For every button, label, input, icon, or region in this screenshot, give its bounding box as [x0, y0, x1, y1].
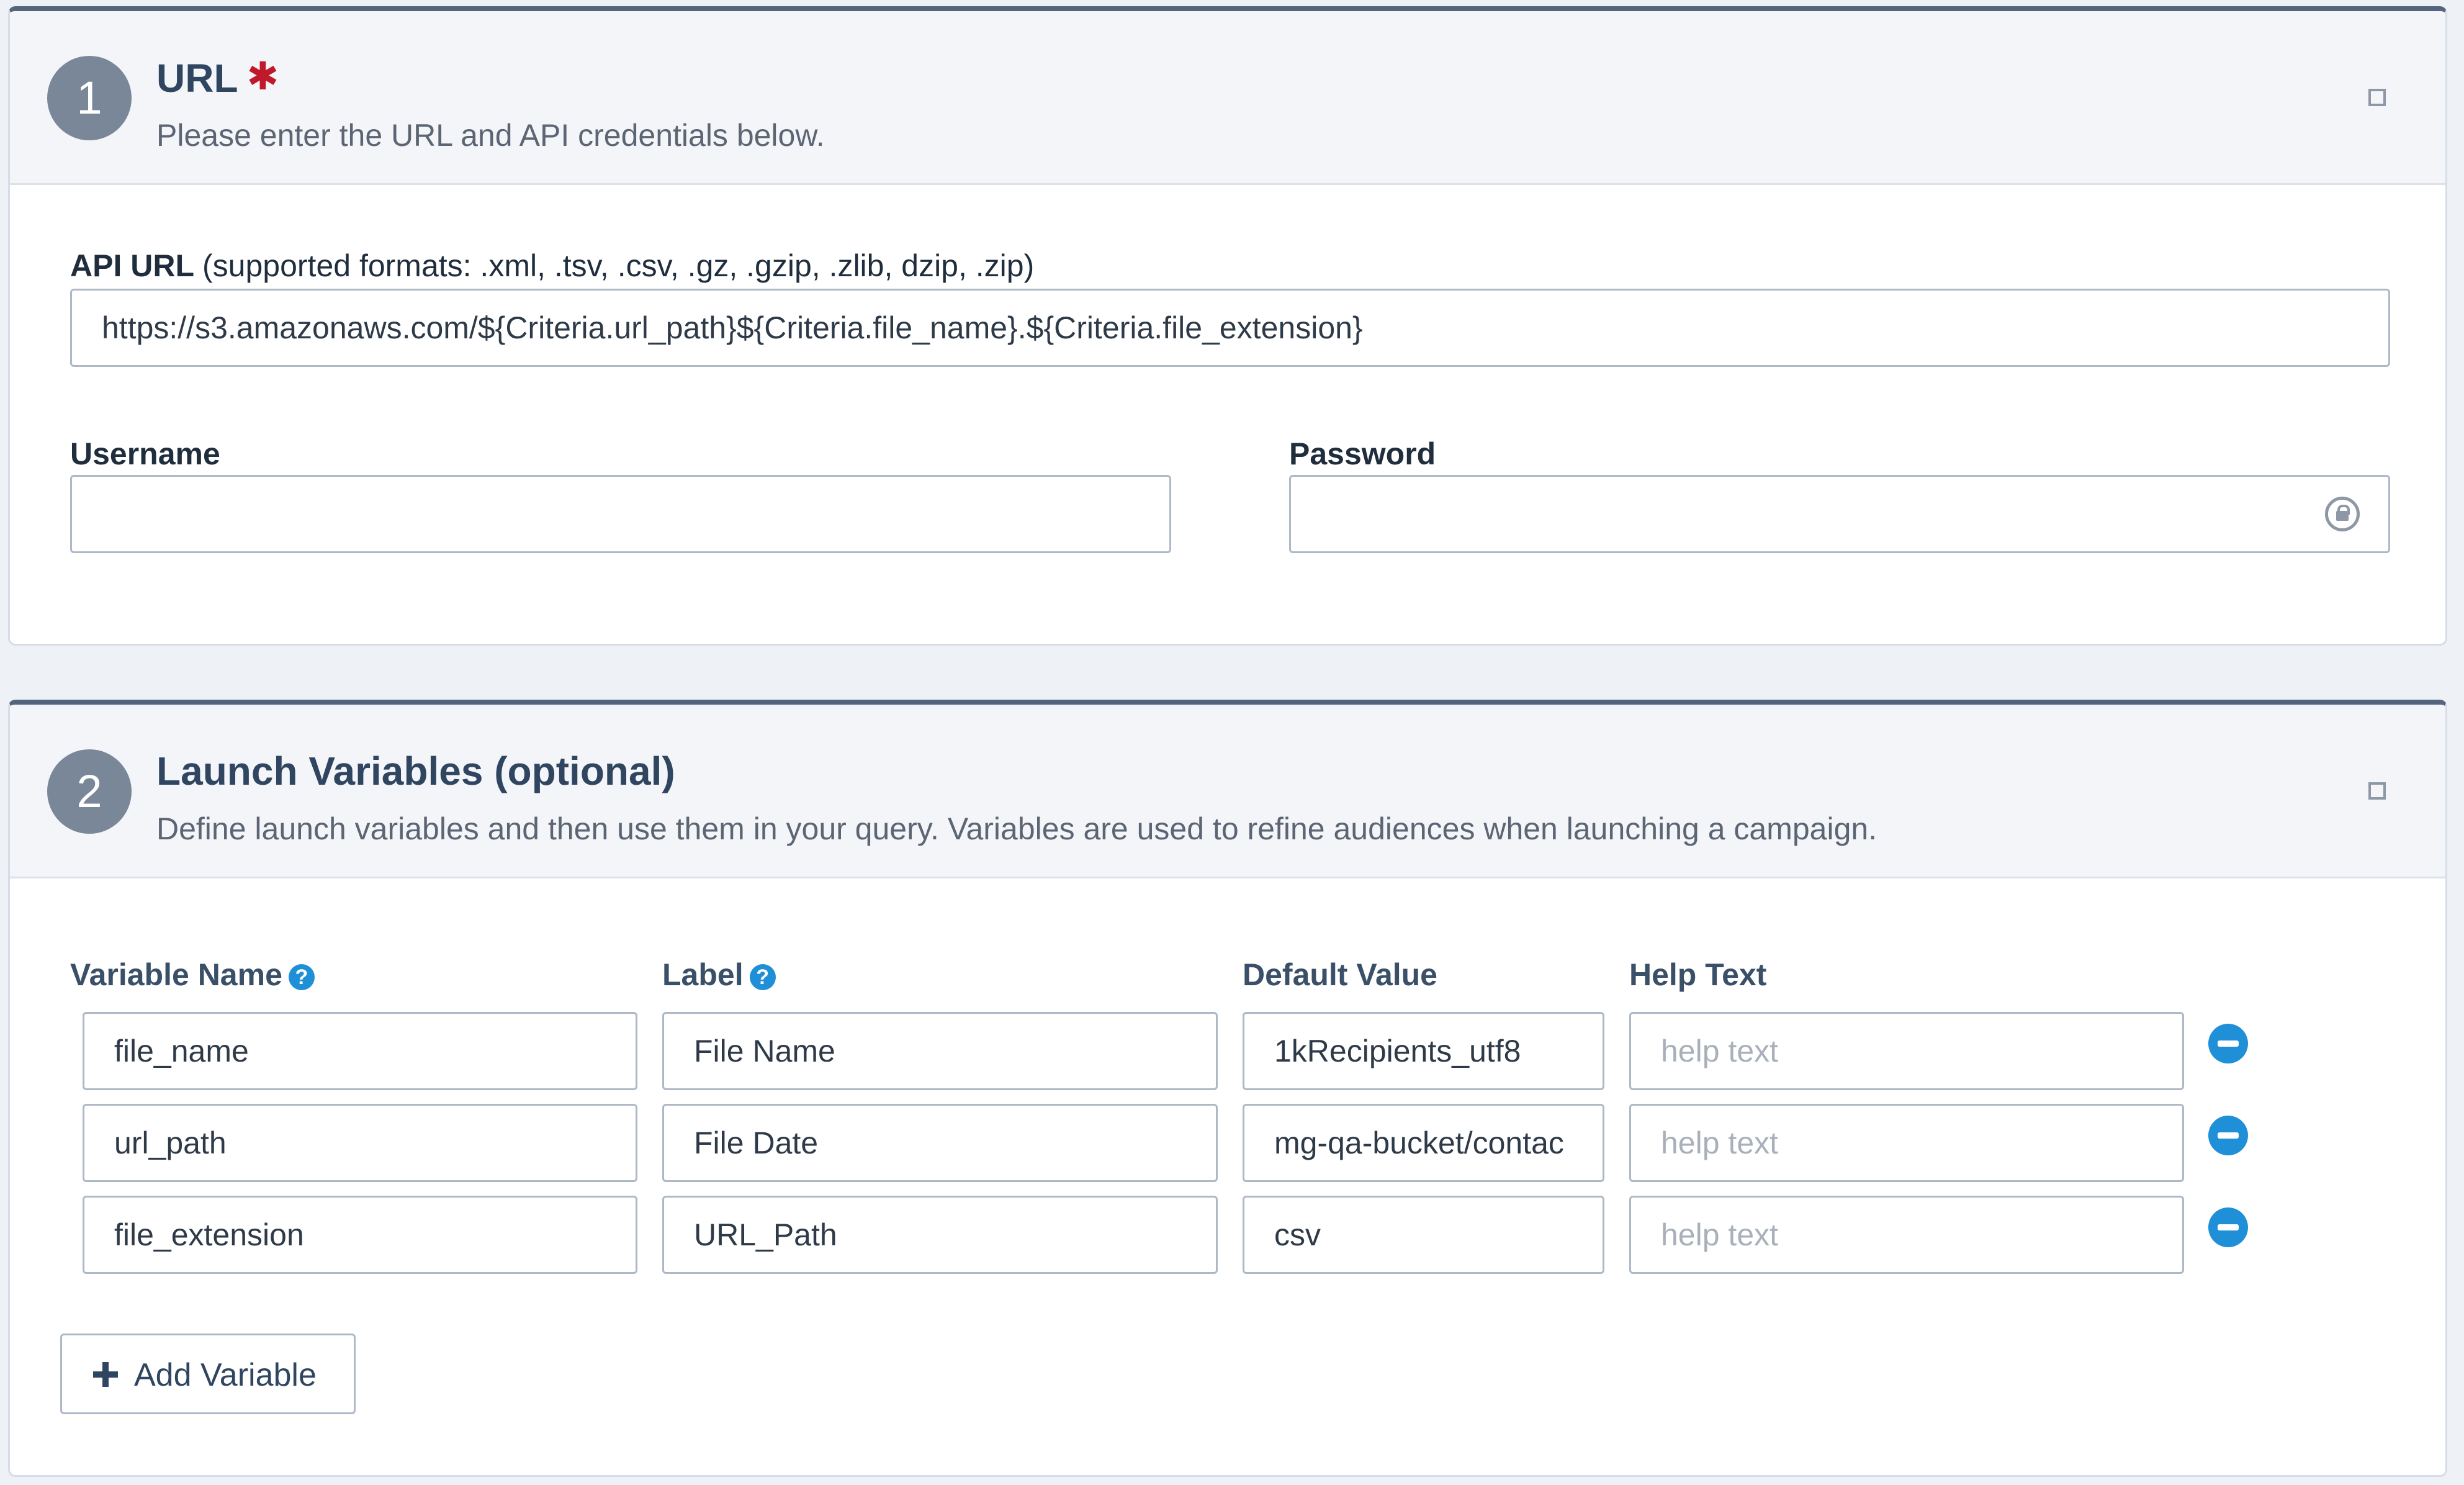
variable-name-column-header: Variable Name? — [70, 959, 315, 990]
password-input[interactable] — [1289, 475, 2390, 553]
help-text-input[interactable] — [1629, 1012, 2184, 1090]
api-url-label-text: API URL — [70, 248, 194, 283]
default-value-input[interactable] — [1243, 1012, 1604, 1090]
launch-variables-panel-title: Launch Variables (optional) — [156, 749, 675, 793]
variable-label-input[interactable] — [662, 1012, 1218, 1090]
url-panel-header: 1 URL ✱ Please enter the URL and API cred… — [10, 11, 2445, 185]
required-asterisk-icon: ✱ — [246, 55, 279, 98]
launch-variables-panel-header: 2 Launch Variables (optional) Define lau… — [10, 705, 2445, 878]
step-number-badge: 2 — [47, 749, 132, 834]
remove-variable-button[interactable] — [2208, 1116, 2248, 1155]
launch-variables-panel: 2 Launch Variables (optional) Define lau… — [8, 700, 2447, 1477]
password-label: Password — [1289, 436, 1436, 471]
launch-variables-panel-description: Define launch variables and then use the… — [156, 811, 1877, 846]
password-lock-icon[interactable] — [2325, 497, 2360, 531]
api-url-label: API URL (supported formats: .xml, .tsv, … — [70, 250, 1034, 281]
collapse-square-icon[interactable] — [2368, 89, 2386, 106]
default-value-input[interactable] — [1243, 1104, 1604, 1182]
help-text-column-header: Help Text — [1629, 957, 1767, 992]
add-variable-button[interactable]: Add Variable — [60, 1334, 356, 1414]
collapse-square-icon[interactable] — [2368, 782, 2386, 800]
url-panel-description: Please enter the URL and API credentials… — [156, 118, 825, 153]
question-circle-icon[interactable]: ? — [288, 964, 315, 990]
username-label: Username — [70, 436, 220, 471]
variable-label-input[interactable] — [662, 1104, 1218, 1182]
default-value-input[interactable] — [1243, 1196, 1604, 1274]
step-number-badge: 1 — [47, 56, 132, 140]
variable-label-input[interactable] — [662, 1196, 1218, 1274]
api-url-input[interactable] — [70, 289, 2390, 367]
remove-variable-button[interactable] — [2208, 1207, 2248, 1247]
variable-name-column-text: Variable Name — [70, 957, 282, 992]
variable-name-input[interactable] — [83, 1196, 637, 1274]
help-text-input[interactable] — [1629, 1196, 2184, 1274]
question-circle-icon[interactable]: ? — [749, 964, 776, 990]
variable-name-input[interactable] — [83, 1012, 637, 1090]
help-text-input[interactable] — [1629, 1104, 2184, 1182]
url-panel-title: URL ✱ — [156, 55, 279, 101]
url-panel-title-text: URL — [156, 56, 238, 101]
variable-name-input[interactable] — [83, 1104, 637, 1182]
label-column-text: Label — [662, 957, 744, 992]
remove-variable-button[interactable] — [2208, 1024, 2248, 1063]
default-value-column-header: Default Value — [1243, 957, 1437, 992]
plus-icon — [93, 1362, 118, 1387]
add-variable-label: Add Variable — [134, 1357, 317, 1393]
username-input[interactable] — [70, 475, 1171, 553]
label-column-header: Label? — [662, 959, 776, 990]
api-url-format-note: (supported formats: .xml, .tsv, .csv, .g… — [202, 248, 1035, 283]
url-panel: 1 URL ✱ Please enter the URL and API cred… — [8, 6, 2447, 646]
